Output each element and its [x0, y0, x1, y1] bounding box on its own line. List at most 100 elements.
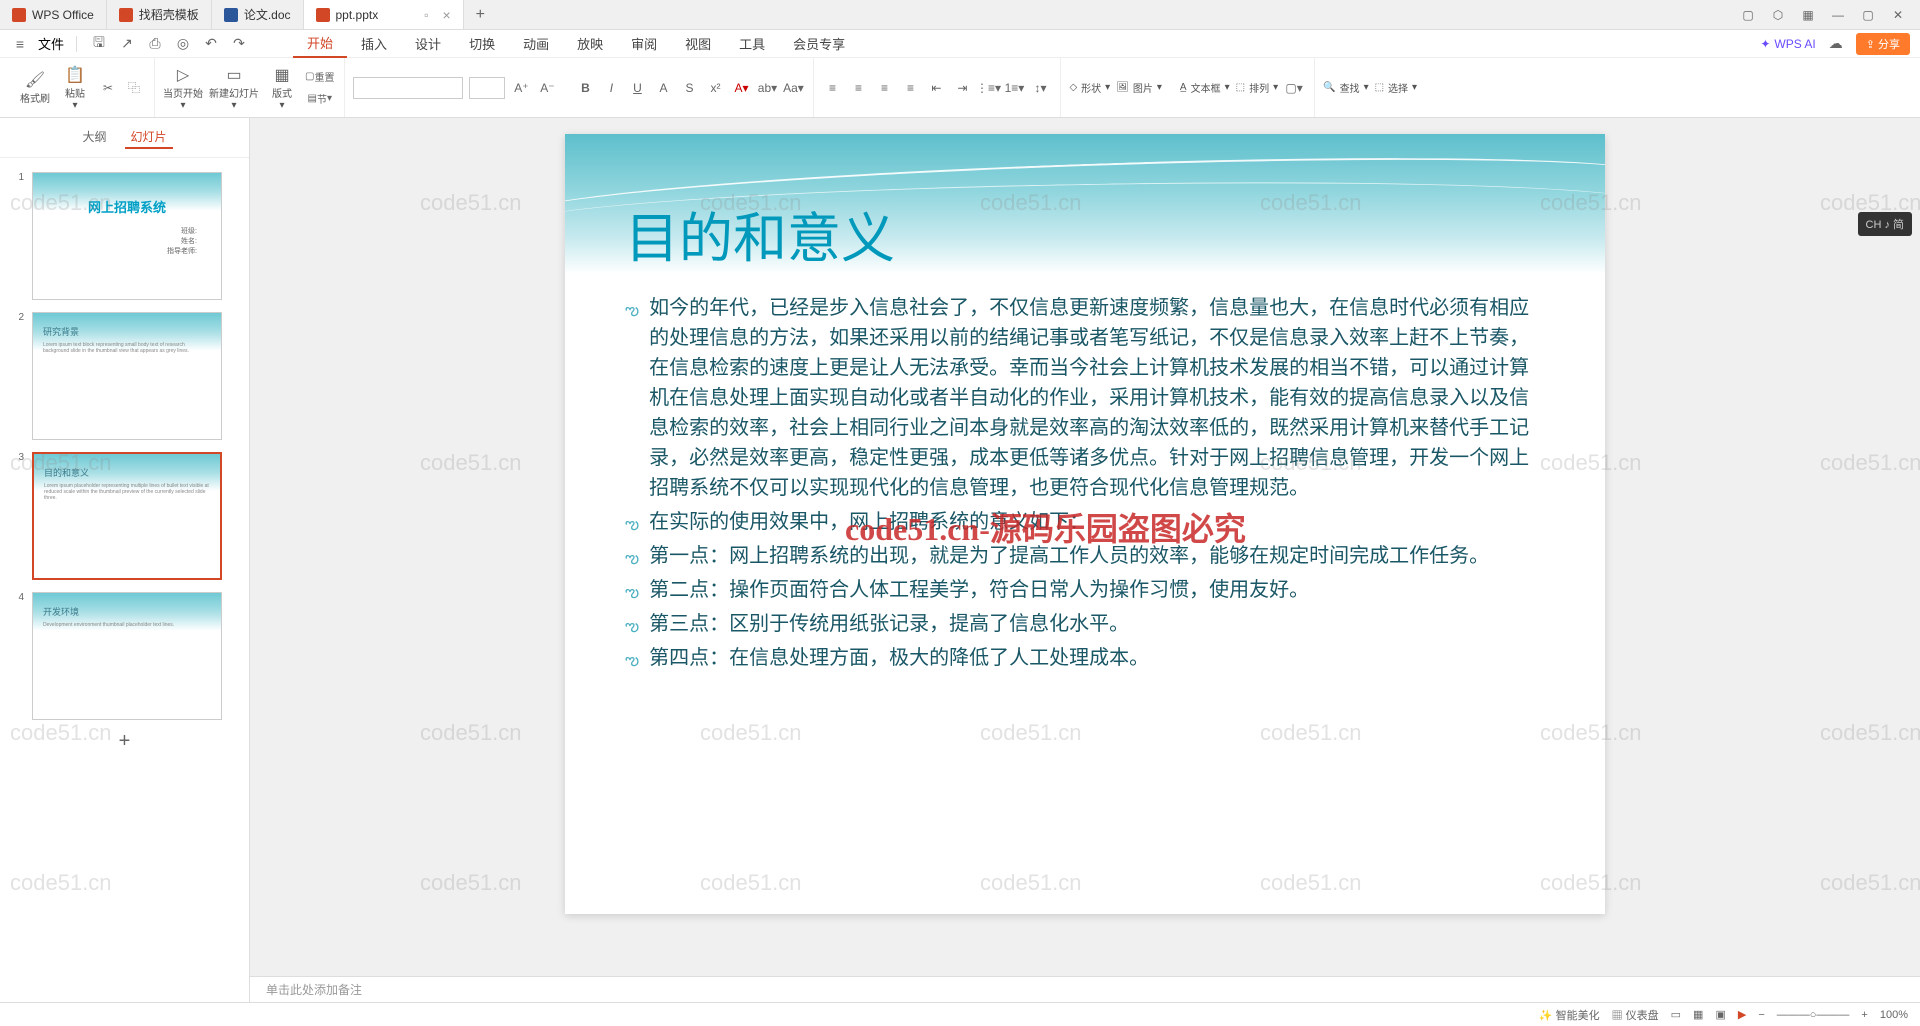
save-icon[interactable]: 🖫 [89, 34, 109, 54]
ppt-icon [316, 8, 330, 22]
tab-dropdown-icon[interactable]: ▫ [424, 8, 428, 22]
indent-increase-icon[interactable]: ⇥ [952, 78, 972, 98]
font-decrease-icon[interactable]: A⁻ [537, 78, 557, 98]
tab-doc[interactable]: 论文.doc [212, 0, 304, 29]
reset-button[interactable]: ▢ 重置 [305, 67, 334, 87]
canvas-scroll[interactable]: 目的和意义 ఌ如今的年代，已经是步入信息社会了，不仅信息更新速度频繁，信息量也大… [250, 118, 1920, 976]
underline-icon[interactable]: U [627, 78, 647, 98]
change-case-icon[interactable]: Aa▾ [783, 78, 803, 98]
close-button[interactable]: ✕ [1884, 5, 1912, 25]
align-center-icon[interactable]: ≡ [848, 78, 868, 98]
line-spacing-icon[interactable]: ↕▾ [1030, 78, 1050, 98]
new-slide-button[interactable]: ▭新建幻灯片▾ [209, 65, 259, 111]
bullet-icon: ఌ [625, 513, 639, 537]
italic-icon[interactable]: I [601, 78, 621, 98]
slides-tab[interactable]: 幻灯片 [125, 126, 173, 149]
tab-start[interactable]: 开始 [293, 30, 347, 58]
export-icon[interactable]: ↗ [117, 34, 137, 54]
section-button[interactable]: ▤ 节▾ [305, 89, 334, 109]
window-icon-3[interactable]: ▦ [1794, 5, 1822, 25]
maximize-button[interactable]: ▢ [1854, 5, 1882, 25]
view-sorter-icon[interactable]: ▦ [1693, 1008, 1703, 1021]
numbering-icon[interactable]: 1≡▾ [1004, 78, 1024, 98]
select-button[interactable]: ⬚选择▾ [1375, 80, 1417, 95]
close-icon[interactable]: × [442, 7, 450, 23]
tab-wps-office[interactable]: WPS Office [0, 0, 107, 29]
template-icon [119, 8, 133, 22]
bullets-icon[interactable]: ⋮≡▾ [978, 78, 998, 98]
slide-body[interactable]: ఌ如今的年代，已经是步入信息社会了，不仅信息更新速度频繁，信息量也大，在信息时代… [565, 293, 1605, 673]
image-button[interactable]: 🖼图片▾ [1116, 80, 1162, 95]
tab-tools[interactable]: 工具 [725, 30, 779, 58]
tab-animation[interactable]: 动画 [509, 30, 563, 58]
tab-design[interactable]: 设计 [401, 30, 455, 58]
slide-thumb-2[interactable]: 2 研究背景Lorem ipsum text block representin… [0, 306, 249, 446]
arrange-button[interactable]: ⬚排列▾ [1236, 80, 1278, 95]
add-slide-button[interactable]: + [0, 726, 249, 757]
window-icon-1[interactable]: ▢ [1734, 5, 1762, 25]
align-right-icon[interactable]: ≡ [874, 78, 894, 98]
superscript-icon[interactable]: x² [705, 78, 725, 98]
slide-thumb-1[interactable]: 1 网上招聘系统班级: 姓名: 指导老师: [0, 166, 249, 306]
shadow-icon[interactable]: A [653, 78, 673, 98]
add-tab-button[interactable]: + [464, 6, 497, 24]
outline-tab[interactable]: 大纲 [76, 126, 112, 149]
cut-icon[interactable]: ✂ [98, 78, 118, 98]
print-icon[interactable]: ⎙ [145, 34, 165, 54]
wps-ai-button[interactable]: ✦WPS AI [1760, 37, 1815, 51]
font-increase-icon[interactable]: A⁺ [511, 78, 531, 98]
tab-bar: WPS Office 找稻壳模板 论文.doc ppt.pptx▫× + ▢ ⬡… [0, 0, 1920, 30]
tab-member[interactable]: 会员专享 [779, 30, 859, 58]
notes-area[interactable]: 单击此处添加备注 [250, 976, 1920, 1002]
window-icon-2[interactable]: ⬡ [1764, 5, 1792, 25]
textbox-button[interactable]: A̲文本框▾ [1180, 80, 1230, 95]
slide-canvas[interactable]: 目的和意义 ఌ如今的年代，已经是步入信息社会了，不仅信息更新速度频繁，信息量也大… [565, 134, 1605, 914]
slide-title[interactable]: 目的和意义 [625, 194, 1605, 273]
copy-icon[interactable]: ⿻ [124, 78, 144, 98]
paste-button[interactable]: 📋粘贴▾ [58, 65, 92, 111]
highlight-icon[interactable]: ab▾ [757, 78, 777, 98]
file-menu[interactable]: 文件 [38, 34, 64, 53]
indent-decrease-icon[interactable]: ⇤ [926, 78, 946, 98]
tab-ppt[interactable]: ppt.pptx▫× [304, 0, 464, 29]
view-normal-icon[interactable]: ▭ [1671, 1008, 1681, 1021]
preview-icon[interactable]: ◎ [173, 34, 193, 54]
strike-icon[interactable]: S [679, 78, 699, 98]
find-button[interactable]: 🔍查找▾ [1323, 80, 1368, 95]
font-size-select[interactable] [469, 77, 505, 99]
fill-icon[interactable]: ▢▾ [1284, 78, 1304, 98]
share-button[interactable]: ⇪ 分享 [1856, 33, 1910, 55]
cloud-icon[interactable]: ☁ [1826, 34, 1846, 54]
cursor-icon: ⬚ [1375, 82, 1384, 93]
layout-button[interactable]: ▦版式▾ [265, 65, 299, 111]
tab-slideshow[interactable]: 放映 [563, 30, 617, 58]
redo-icon[interactable]: ↷ [229, 34, 249, 54]
menu-icon[interactable]: ≡ [10, 34, 30, 54]
ai-icon: ✦ [1760, 37, 1770, 51]
from-current-button[interactable]: ▷当页开始▾ [163, 65, 203, 111]
shape-button[interactable]: ◇形状▾ [1069, 80, 1110, 95]
tab-review[interactable]: 审阅 [617, 30, 671, 58]
align-left-icon[interactable]: ≡ [822, 78, 842, 98]
dashboard-button[interactable]: ▦ 仪表盘 [1612, 1007, 1659, 1023]
slide-thumb-3[interactable]: 3 目的和意义Lorem ipsum placeholder represent… [0, 446, 249, 586]
tab-view[interactable]: 视图 [671, 30, 725, 58]
align-justify-icon[interactable]: ≡ [900, 78, 920, 98]
font-select[interactable] [353, 77, 463, 99]
zoom-slider[interactable]: ———○——— [1777, 1009, 1850, 1021]
tab-template[interactable]: 找稻壳模板 [107, 0, 212, 29]
undo-icon[interactable]: ↶ [201, 34, 221, 54]
slide-thumb-4[interactable]: 4 开发环境Development environment thumbnail … [0, 586, 249, 726]
zoom-out-button[interactable]: − [1758, 1009, 1764, 1021]
tab-insert[interactable]: 插入 [347, 30, 401, 58]
view-slideshow-icon[interactable]: ▶ [1738, 1008, 1746, 1021]
zoom-in-button[interactable]: + [1861, 1009, 1867, 1021]
font-color-icon[interactable]: A▾ [731, 78, 751, 98]
tab-transition[interactable]: 切换 [455, 30, 509, 58]
smart-beautify-button[interactable]: ✨ 智能美化 [1539, 1007, 1600, 1023]
format-painter-button[interactable]: 🖌格式刷 [18, 70, 52, 105]
minimize-button[interactable]: — [1824, 5, 1852, 25]
view-reading-icon[interactable]: ▣ [1715, 1008, 1725, 1021]
zoom-level[interactable]: 100% [1880, 1009, 1908, 1021]
bold-icon[interactable]: B [575, 78, 595, 98]
